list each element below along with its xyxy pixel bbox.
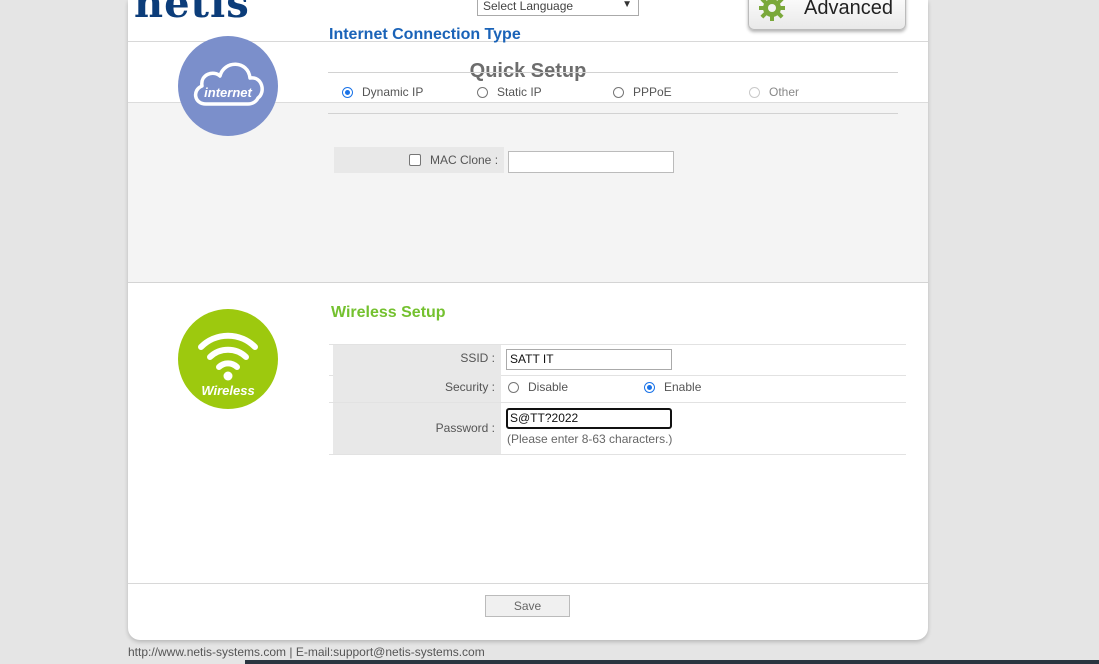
mac-clone-label: MAC Clone : — [430, 153, 499, 167]
password-input[interactable]: S@TT?2022 — [506, 408, 672, 429]
security-row: Security : Disable Enable — [329, 375, 906, 403]
mac-clone-input[interactable] — [508, 151, 674, 173]
save-button[interactable]: Save — [485, 595, 570, 617]
radio-label-dynamic-ip[interactable]: Dynamic IP — [362, 85, 423, 99]
radio-security-enable[interactable] — [644, 382, 655, 393]
site-footer-text: http://www.netis-systems.com | E-mail:su… — [128, 645, 485, 659]
radio-label-pppoe[interactable]: PPPoE — [633, 85, 672, 99]
internet-cloud-icon: internet — [178, 36, 278, 136]
mac-clone-label-cell: MAC Clone : — [334, 147, 504, 173]
internet-icon-label: internet — [204, 85, 252, 100]
language-select-value: Select Language — [483, 0, 574, 13]
radio-pppoe[interactable] — [613, 87, 624, 98]
radio-label-other: Other — [769, 85, 800, 99]
taskbar-edge — [245, 660, 1099, 664]
security-label: Security : — [444, 380, 495, 394]
radio-security-disable[interactable] — [508, 382, 519, 393]
password-label: Password : — [435, 421, 495, 435]
password-label-cell: Password : — [333, 403, 501, 454]
footer-divider — [128, 583, 928, 584]
connection-type-options: Dynamic IP Static IP PPPoE Other — [328, 72, 898, 114]
language-select[interactable]: Select Language ▼ — [477, 0, 639, 16]
security-label-cell: Security : — [333, 375, 501, 402]
ssid-label: SSID : — [460, 351, 495, 365]
netis-logo: netis — [134, 0, 250, 27]
wifi-icon: Wireless — [198, 332, 258, 398]
radio-dynamic-ip[interactable] — [342, 87, 353, 98]
wireless-setup-title: Wireless Setup — [331, 304, 446, 321]
ssid-label-cell: SSID : — [333, 345, 501, 375]
radio-label-static-ip[interactable]: Static IP — [497, 85, 542, 99]
wireless-badge-icon: Wireless — [178, 309, 278, 409]
advanced-button-label: Advanced — [804, 0, 893, 19]
ssid-input[interactable]: SATT IT — [506, 349, 672, 370]
advanced-button[interactable]: Advanced — [748, 0, 906, 30]
cloud-icon: internet — [193, 62, 264, 106]
radio-label-security-enable[interactable]: Enable — [664, 380, 701, 394]
wireless-icon-label: Wireless — [201, 383, 254, 398]
radio-label-security-disable[interactable]: Disable — [528, 380, 568, 394]
password-hint: (Please enter 8-63 characters.) — [507, 432, 673, 446]
chevron-down-icon: ▼ — [622, 0, 632, 10]
internet-connection-type-title: Internet Connection Type — [329, 26, 521, 43]
main-panel: netis Select Language ▼ Advanced Quick S… — [128, 0, 928, 640]
gear-icon — [759, 0, 785, 21]
mac-clone-checkbox[interactable] — [409, 154, 421, 166]
radio-static-ip[interactable] — [477, 87, 488, 98]
radio-other — [749, 87, 760, 98]
